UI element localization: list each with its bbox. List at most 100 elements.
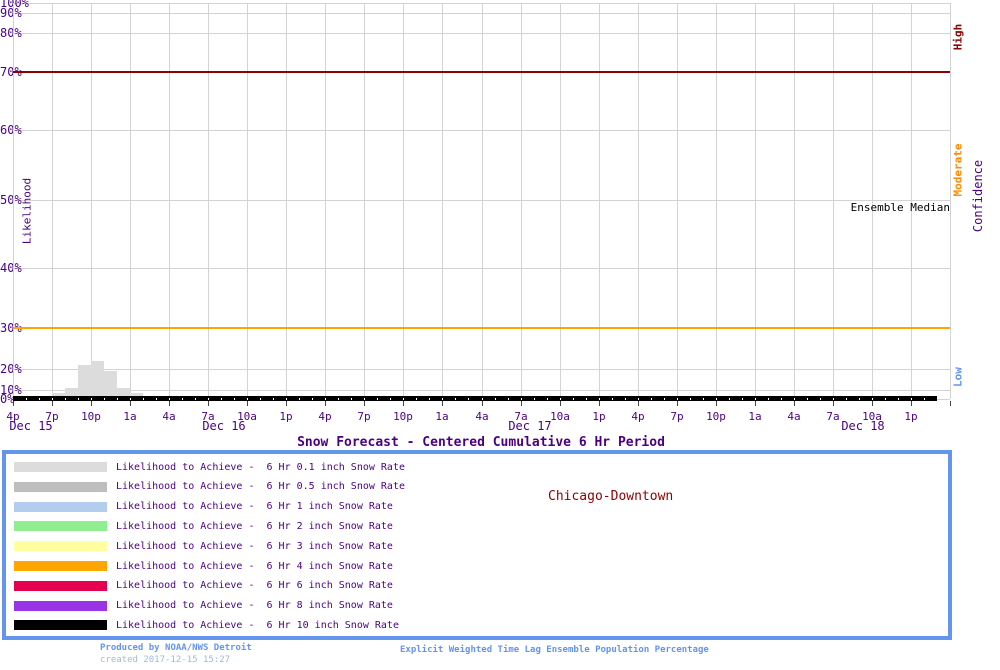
legend-swatch-6 — [14, 580, 107, 591]
gridline-v-13 — [521, 3, 522, 399]
hour-tick-dot — [534, 398, 535, 400]
legend-label-0: Likelihood to Achieve - 6 Hr 0.1 inch Sn… — [116, 461, 405, 473]
hour-tick-dot — [612, 398, 613, 400]
gridline-v-4 — [169, 3, 170, 399]
legend-swatch-4 — [14, 541, 107, 552]
gridline-v-8 — [325, 3, 326, 399]
x-date-label-dec-17: Dec 17 — [508, 419, 552, 433]
ensemble-median-annotation: Ensemble Median — [850, 201, 950, 214]
legend-swatch-5 — [14, 561, 107, 571]
x-tick-19 — [755, 401, 756, 406]
hour-tick-dot — [729, 398, 730, 400]
hour-tick-dot — [521, 398, 522, 400]
confidence-label-high: High — [951, 23, 965, 51]
hour-tick-dot — [482, 398, 483, 400]
x-tick-20 — [794, 401, 795, 406]
hour-tick-dot — [195, 398, 196, 400]
hour-tick-dot — [859, 398, 860, 400]
hour-tick-dot — [781, 398, 782, 400]
gridline-v-15 — [599, 3, 600, 399]
y-tick-label-60: 60% — [0, 123, 22, 137]
gridline-v-17 — [677, 3, 678, 399]
x-tick-label-8: 4p — [318, 410, 332, 423]
legend-row-0: Likelihood to Achieve - 6 Hr 0.1 inch Sn… — [6, 457, 606, 477]
x-tick-7 — [286, 401, 287, 406]
x-tick-17 — [677, 401, 678, 406]
x-tick-label-4: 4a — [162, 410, 176, 423]
gridline-v-12 — [482, 3, 483, 399]
x-tick-22 — [872, 401, 873, 406]
gridline-v-21 — [833, 3, 834, 399]
legend-swatch-3 — [14, 521, 107, 532]
hour-tick-dot — [325, 398, 326, 400]
hour-tick-dot — [677, 398, 678, 400]
chart-title: Snow Forecast - Centered Cumulative 6 Hr… — [297, 435, 665, 450]
x-tick-label-3: 1a — [123, 410, 137, 423]
hour-tick-dot — [872, 398, 873, 400]
x-tick-3 — [130, 401, 131, 406]
x-tick-21 — [833, 401, 834, 406]
hour-tick-dot — [78, 398, 79, 400]
x-tick-23 — [911, 401, 912, 406]
hour-tick-dot — [651, 398, 652, 400]
hour-tick-dot — [442, 398, 443, 400]
legend-swatch-7 — [14, 600, 107, 611]
x-tick-label-15: 1p — [592, 410, 606, 423]
reference-line-30 — [13, 327, 950, 329]
hour-tick-dot — [599, 398, 600, 400]
plot-area: 0% 10% 20% 30% 40% 50% 60% 70% 80% 90% 100% 4p 7p 10p… — [0, 0, 1000, 435]
x-tick-0 — [13, 401, 14, 406]
hour-tick-dot — [52, 398, 53, 400]
gridline-v-20 — [794, 3, 795, 399]
hour-tick-dot — [625, 398, 626, 400]
x-tick-label-11: 1a — [435, 410, 449, 423]
gridline-v-5 — [208, 3, 209, 399]
x-tick-label-12: 4a — [475, 410, 489, 423]
x-tick-9 — [364, 401, 365, 406]
x-tick-label-7: 1p — [279, 410, 293, 423]
hour-tick-dot — [39, 398, 40, 400]
legend-swatch-8 — [14, 620, 107, 631]
x-tick-label-2: 10p — [81, 410, 101, 423]
hour-tick-dot — [130, 398, 131, 400]
footer-method-description: Explicit Weighted Time Lag Ensemble Popu… — [400, 645, 709, 655]
legend-row-3: Likelihood to Achieve - 6 Hr 2 inch Snow… — [6, 516, 606, 536]
gridline-v-3 — [130, 3, 131, 399]
hour-tick-dot — [299, 398, 300, 400]
x-tick-10 — [403, 401, 404, 406]
x-tick-label-16: 4p — [631, 410, 645, 423]
hour-tick-dot — [885, 398, 886, 400]
confidence-label-low: Low — [951, 367, 965, 387]
reference-line-70 — [13, 71, 950, 73]
hour-tick-dot — [273, 398, 274, 400]
x-tick-6 — [247, 401, 248, 406]
x-tick-5 — [208, 401, 209, 406]
x-date-label-dec-16: Dec 16 — [202, 419, 246, 433]
hour-tick-dot — [690, 398, 691, 400]
x-tick-label-23: 1p — [904, 410, 918, 423]
hour-tick-dot — [573, 398, 574, 400]
x-tick-13 — [521, 401, 522, 406]
footer-created-timestamp: created 2017-12-15 15:27 — [100, 655, 231, 665]
hour-tick-dot — [833, 398, 834, 400]
x-tick-24 — [950, 401, 951, 406]
legend-row-4: Likelihood to Achieve - 6 Hr 3 inch Snow… — [6, 536, 606, 556]
legend-swatch-0 — [14, 462, 107, 472]
footer-produced-by: Produced by NOAA/NWS Detroit — [100, 643, 252, 653]
legend-swatch-2 — [14, 501, 107, 512]
x-tick-1 — [52, 401, 53, 406]
hour-tick-dot — [703, 398, 704, 400]
hour-tick-dot — [742, 398, 743, 400]
confidence-label-moderate: Moderate — [951, 143, 965, 197]
gridline-v-24 — [950, 3, 951, 399]
y-tick-label-40: 40% — [0, 261, 22, 275]
gridline-v-16 — [638, 3, 639, 399]
y-axis-label: Likelihood — [20, 177, 34, 245]
legend-row-1: Likelihood to Achieve - 6 Hr 0.5 inch Sn… — [6, 477, 606, 497]
x-tick-16 — [638, 401, 639, 406]
hour-tick-dot — [455, 398, 456, 400]
hour-tick-dot — [846, 398, 847, 400]
hour-tick-dot — [104, 398, 105, 400]
hour-tick-dot — [156, 398, 157, 400]
bar-0p1in-10p — [91, 361, 104, 401]
